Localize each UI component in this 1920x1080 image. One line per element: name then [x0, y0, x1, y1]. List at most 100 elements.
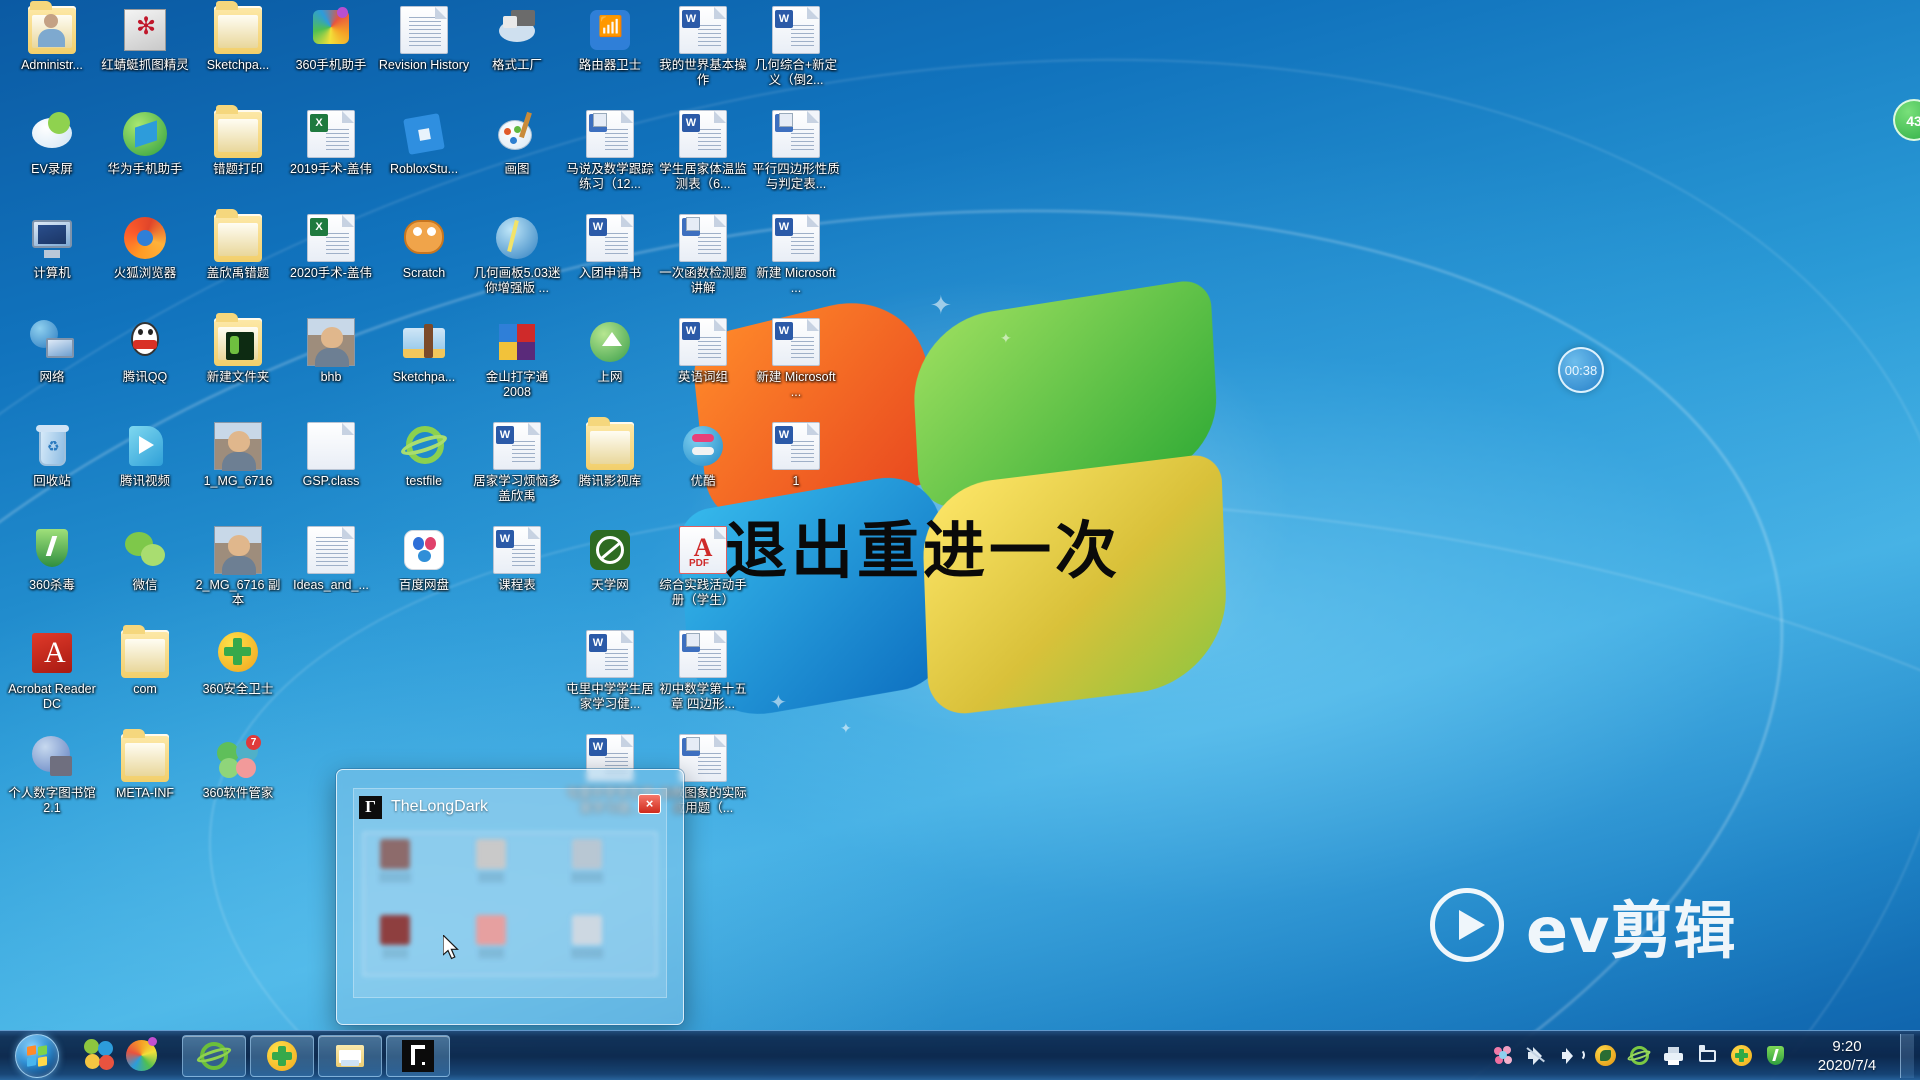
desktop-icon[interactable]: 画图 — [471, 110, 563, 177]
desktop-icon[interactable]: 7 360软件管家 — [192, 734, 284, 801]
desktop-icon[interactable]: W 新建 Microsoft ... — [750, 214, 842, 296]
desktop-icon[interactable]: 上网 — [564, 318, 656, 385]
desktop-icon[interactable]: Revision History — [378, 6, 470, 73]
windows-start-orb-icon[interactable] — [15, 1033, 59, 1078]
desktop-icon[interactable]: ♻ 回收站 — [6, 422, 98, 489]
desktop-icon[interactable]: 格式工厂 — [471, 6, 563, 73]
desktop-icon-label: 个人数字图书馆2.1 — [8, 786, 96, 815]
desktop-icon[interactable]: Sketchpa... — [192, 1, 284, 73]
desktop-icon[interactable]: W 新建 Microsoft ... — [750, 318, 842, 400]
desktop-icon[interactable]: 腾讯QQ — [99, 318, 191, 385]
desktop-icon[interactable]: W 课程表 — [471, 526, 563, 593]
desktop-icon[interactable]: X 2020手术-盖伟 — [285, 214, 377, 281]
desktop-icon[interactable]: 腾讯视频 — [99, 422, 191, 489]
desktop-icon[interactable]: 微信 — [99, 526, 191, 593]
360-tray-icon[interactable] — [1731, 1045, 1752, 1066]
app-router-icon: 📶 — [586, 6, 634, 54]
desktop-icon[interactable]: W 居家学习烦恼多 盖欣禹 — [471, 422, 563, 504]
taskbar-item-360-safe[interactable] — [250, 1034, 314, 1077]
desktop-icon[interactable]: 错题打印 — [192, 105, 284, 177]
desktop-icon[interactable]: 天学网 — [564, 526, 656, 593]
desktop-icon[interactable]: W 英语词组 — [657, 318, 749, 385]
kingsoft-wps-icon[interactable] — [82, 1038, 118, 1074]
desktop-icon-label: com — [133, 682, 157, 696]
desktop-icon[interactable]: EV录屏 — [6, 110, 98, 177]
desktop-icon[interactable]: A Acrobat Reader DC — [6, 630, 98, 712]
taskbar-item-internet-explorer[interactable] — [182, 1034, 246, 1077]
desktop-icon[interactable]: 计算机 — [6, 214, 98, 281]
desktop-icon-label: 华为手机助手 — [107, 162, 183, 176]
desktop-icon[interactable]: W 学生居家体温监测表（6... — [657, 110, 749, 192]
desktop-icon[interactable]: X 2019手术-盖伟 — [285, 110, 377, 177]
desktop-icon-label: 2_MG_6716 副本 — [195, 578, 281, 607]
desktop-icon[interactable]: 腾讯影视库 — [564, 417, 656, 489]
desktop-icon[interactable]: 360安全卫士 — [192, 630, 284, 697]
app-txvideo-icon — [121, 422, 169, 470]
close-icon[interactable]: × — [638, 794, 661, 814]
desktop-icon[interactable]: Scratch — [378, 214, 470, 281]
desktop-icon[interactable]: 1_MG_6716 — [192, 422, 284, 489]
desktop-icon[interactable]: testfile — [378, 422, 470, 489]
taskbar-item-thelongdark[interactable] — [386, 1034, 450, 1077]
folder-icon — [214, 105, 262, 158]
desktop-icon[interactable]: 360手机助手 — [285, 6, 377, 73]
desktop-icon-label: 红蜻蜓抓图精灵 — [101, 58, 189, 72]
360-browser-icon[interactable] — [124, 1036, 160, 1074]
volume-icon[interactable] — [1561, 1045, 1585, 1066]
desktop-icon[interactable]: W 入团申请书 — [564, 214, 656, 281]
desktop-icon[interactable]: RobloxStu... — [378, 110, 470, 177]
thelongdark-window[interactable]: Γ TheLongDark × ░░░░░ ░░░░ ░░░░░ ░░░░ ░░… — [336, 769, 684, 1025]
desktop-icon[interactable]: 个人数字图书馆2.1 — [6, 734, 98, 816]
desktop-icon[interactable]: 盖欣禹错题 — [192, 209, 284, 281]
timer-badge[interactable]: 00:38 — [1558, 347, 1604, 393]
desktop-icon[interactable]: W 我的世界基本操作 — [657, 6, 749, 88]
pdf-doc-icon: A PDF — [679, 526, 727, 574]
desktop-icon[interactable]: W 马说及数学跟踪练习（12... — [564, 110, 656, 192]
desktop-icon[interactable]: W 屯里中学学生居家学习健... — [564, 630, 656, 712]
desktop-icon[interactable]: 优酷 — [657, 422, 749, 489]
desktop-icon[interactable]: 360杀毒 — [6, 526, 98, 593]
desktop-icon-label: 1 — [792, 474, 800, 488]
desktop-icon[interactable]: bhb — [285, 318, 377, 385]
desktop-icon[interactable]: W 几何综合+新定义（倒2... — [750, 6, 842, 88]
desktop-icon[interactable]: W1 — [750, 422, 842, 489]
taskbar-item-explorer[interactable] — [318, 1034, 382, 1077]
desktop-icon[interactable]: 华为手机助手 — [99, 110, 191, 177]
desktop-icon[interactable]: com — [99, 625, 191, 697]
desktop-icon[interactable]: 2_MG_6716 副本 — [192, 526, 284, 608]
desktop-icon[interactable]: Administr... — [6, 1, 98, 73]
desktop-icon[interactable]: 网络 — [6, 318, 98, 385]
desktop-icon[interactable]: Ideas_and_... — [285, 526, 377, 593]
desktop-icon[interactable]: W 初中数学第十五章 四边形... — [657, 630, 749, 712]
desktop-icon[interactable]: 火狐浏览器 — [99, 214, 191, 281]
desktop-icon[interactable]: META-INF — [99, 729, 191, 801]
desktop-icon[interactable]: Sketchpa... — [378, 318, 470, 385]
desktop-icon[interactable]: ✻ 红蜻蜓抓图精灵 — [99, 6, 191, 73]
desktop-icon-label: 入团申请书 — [578, 266, 642, 280]
desktop-icon[interactable]: GSP.class — [285, 422, 377, 489]
desktop-icon[interactable]: 新建文件夹 — [192, 313, 284, 385]
app-ie-icon — [399, 422, 449, 470]
taskbar-clock[interactable]: 9:20 2020/7/4 — [1804, 1037, 1890, 1075]
blank-doc-icon — [307, 422, 355, 470]
start-button[interactable] — [6, 1032, 68, 1080]
excel-doc-icon: X — [307, 214, 355, 262]
show-desktop-button[interactable] — [1900, 1033, 1914, 1078]
window-content-area[interactable]: ░░░░░ ░░░░ ░░░░░ ░░░░ ░░░░ ░░░░░ — [363, 832, 657, 976]
desktop-icon[interactable]: 百度网盘 — [378, 526, 470, 593]
network-monitor-icon[interactable] — [1697, 1045, 1718, 1066]
desktop-icon[interactable]: W 一次函数检测题讲解 — [657, 214, 749, 296]
desktop-icon[interactable]: 金山打字通 2008 — [471, 318, 563, 400]
desktop-icon[interactable]: 几何画板5.03迷你增强版 ... — [471, 214, 563, 296]
desktop-icon-label: Acrobat Reader DC — [8, 682, 96, 711]
window-titlebar[interactable]: Γ TheLongDark × — [359, 792, 661, 822]
sogou-input-icon[interactable] — [1595, 1045, 1616, 1066]
desktop-icon-label: 画图 — [504, 162, 530, 176]
printer-icon[interactable] — [1663, 1045, 1684, 1066]
desktop-icon[interactable]: 📶 路由器卫士 — [564, 6, 656, 73]
flower-icon[interactable] — [1493, 1045, 1514, 1066]
ie-tray-icon[interactable] — [1626, 1045, 1652, 1066]
desktop-icon[interactable]: W 平行四边形性质与判定表... — [750, 110, 842, 192]
shield-icon[interactable] — [1765, 1045, 1786, 1066]
mute-speaker-icon[interactable] — [1526, 1045, 1548, 1066]
